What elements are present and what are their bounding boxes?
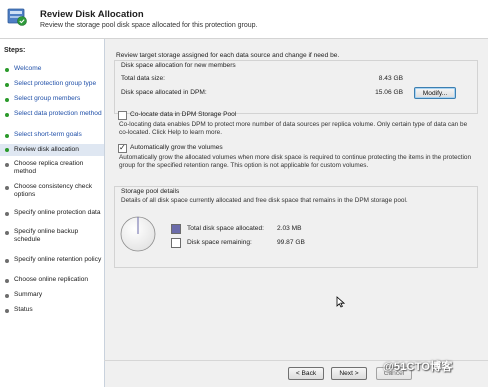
autogrow-description: Automatically grow the allocated volumes… bbox=[119, 154, 472, 169]
next-button[interactable]: Next > bbox=[331, 367, 367, 380]
total-data-size-label: Total data size: bbox=[121, 75, 165, 82]
pool-remaining-value: 99.87 GB bbox=[277, 239, 305, 246]
storage-pool-title: Storage pool details bbox=[121, 188, 180, 195]
step-label: Select data protection method bbox=[14, 110, 102, 117]
allocated-in-dpm-value: 15.06 GB bbox=[375, 89, 403, 96]
step-label: Choose online replication bbox=[14, 276, 89, 283]
step-status-icon bbox=[5, 113, 9, 117]
main-content: Review target storage assigned for each … bbox=[110, 44, 480, 364]
step-status-icon bbox=[5, 212, 9, 216]
mouse-cursor-icon bbox=[336, 296, 345, 308]
step-status-icon bbox=[5, 68, 9, 72]
total-data-size-value: 8.43 GB bbox=[378, 75, 403, 82]
page-subtitle: Review the storage pool disk space alloc… bbox=[40, 22, 258, 29]
disk-usage-pie bbox=[120, 216, 156, 252]
watermark-text: @51CTO博客 bbox=[383, 361, 453, 373]
checkmark-icon: ✓ bbox=[119, 143, 126, 152]
allocation-group-title: Disk space allocation for new members bbox=[121, 62, 236, 69]
remaining-legend-swatch bbox=[171, 238, 181, 248]
wizard-icon bbox=[7, 8, 27, 26]
step-status-icon bbox=[5, 259, 9, 263]
wizard-header: Review Disk Allocation Review the storag… bbox=[0, 0, 488, 39]
step-label: Choose consistency check options bbox=[14, 183, 93, 198]
autogrow-label[interactable]: Automatically grow the volumes bbox=[130, 144, 223, 151]
step-label: Select short-term goals bbox=[14, 131, 82, 138]
back-button[interactable]: < Back bbox=[288, 367, 324, 380]
colocate-label[interactable]: Co-locate data in DPM Storage Pool bbox=[130, 111, 236, 118]
step-status-icon bbox=[5, 186, 9, 190]
step-status-icon bbox=[5, 294, 9, 298]
allocation-group: Disk space allocation for new members To… bbox=[114, 60, 478, 114]
autogrow-checkbox[interactable]: ✓ bbox=[118, 143, 127, 153]
step-status-icon bbox=[5, 309, 9, 313]
step-status-icon bbox=[5, 134, 9, 138]
pool-allocated-value: 2.03 MB bbox=[277, 225, 302, 232]
step-label: Specify online protection data bbox=[14, 209, 101, 216]
step-status-icon bbox=[5, 148, 9, 152]
allocated-legend-swatch bbox=[171, 224, 181, 234]
modify-button[interactable]: Modify... bbox=[414, 87, 456, 99]
step-status-icon bbox=[5, 279, 9, 283]
colocate-checkbox[interactable] bbox=[118, 111, 127, 120]
step-status-icon bbox=[5, 98, 9, 102]
step-label: Specify online backup schedule bbox=[14, 228, 79, 243]
page-title: Review Disk Allocation bbox=[40, 9, 144, 20]
pool-remaining-label: Disk space remaining: bbox=[187, 239, 252, 246]
storage-pool-description: Details of all disk space currently allo… bbox=[121, 197, 408, 204]
intro-text: Review target storage assigned for each … bbox=[116, 52, 340, 59]
step-label: Specify online retention policy bbox=[14, 256, 102, 263]
step-label: Choose replica creation method bbox=[14, 160, 84, 175]
step-label: Review disk allocation bbox=[14, 146, 79, 153]
colocate-description: Co-locating data enables DPM to protect … bbox=[119, 121, 468, 136]
step-review-disk-allocation[interactable]: Review disk allocation bbox=[0, 144, 104, 156]
step-label: Summary bbox=[14, 291, 43, 298]
storage-pool-group: Storage pool details Details of all disk… bbox=[114, 186, 478, 268]
allocated-in-dpm-label: Disk space allocated in DPM: bbox=[121, 89, 207, 96]
step-status-icon bbox=[5, 83, 9, 87]
step-label: Select protection group type bbox=[14, 80, 97, 87]
steps-title: Steps: bbox=[4, 47, 26, 54]
step-label: Welcome bbox=[14, 65, 42, 72]
step-status-icon bbox=[5, 163, 9, 167]
pool-allocated-label: Total disk space allocated: bbox=[187, 225, 264, 232]
steps-sidebar: Steps: Welcome Select protection group t… bbox=[0, 39, 105, 387]
step-label: Select group members bbox=[14, 95, 81, 102]
step-label: Status bbox=[14, 306, 33, 313]
step-status-icon bbox=[5, 231, 9, 235]
